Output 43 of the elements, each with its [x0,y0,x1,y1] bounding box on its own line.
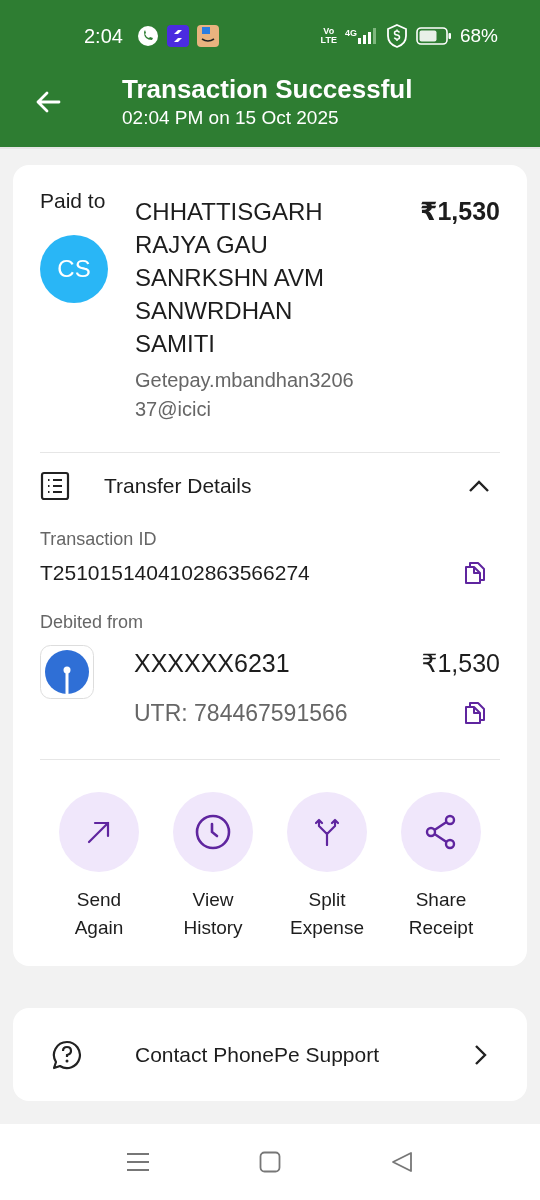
menu-icon [127,1152,149,1172]
action-label: Share Receipt [408,888,474,940]
status-time: 2:04 [84,24,123,48]
triangle-back-icon [391,1151,413,1173]
transfer-details-header[interactable]: Transfer Details [40,471,500,501]
square-icon [259,1151,281,1173]
volte-indicator: Vo LTE [320,27,337,45]
amount: ₹1,530 [420,197,500,226]
shopping-icon [196,25,219,47]
app-icon [166,25,189,47]
help-chat-icon [51,1039,83,1070]
arrow-up-right-icon [86,819,112,845]
network-type: 4G [344,28,357,38]
transaction-datetime: 02:04 PM on 15 Oct 2025 [122,107,340,129]
action-label: View History [183,888,243,940]
payee-avatar: CS [40,235,108,303]
signal-icon [357,28,378,44]
split-arrows-icon [315,818,339,846]
paid-to-label: Paid to [40,189,106,213]
transaction-id-label: Transaction ID [40,529,158,550]
action-label: Send Again [74,888,124,940]
payee-upi-id: Getepay.mbandhan320637@icici [135,368,355,422]
payee-name: CHHATTISGARH RAJYA GAU SANRKSHN AVM SANWRDHAN SAMITI [135,197,325,359]
utr-number: UTR: 784467591566 [134,699,348,727]
clock-icon [195,814,231,850]
phone-icon [136,25,159,47]
shield-icon [385,24,408,48]
chevron-right-icon [473,1043,487,1066]
battery-icon [415,26,452,46]
transaction-id: T2510151404102863566274 [40,561,310,585]
battery-percent: 68% [459,25,498,47]
bank-logo [40,645,94,699]
account-number: XXXXXX6231 [134,648,290,678]
action-label: Split Expense [290,888,364,940]
list-icon [40,471,70,501]
chevron-icon [468,479,490,493]
screen-title: Transaction Successful [122,74,413,105]
share-icon [425,814,457,850]
copy-icon [464,701,486,725]
support-button[interactable]: Contact PhonePe Support [13,1008,527,1101]
copy-icon [464,561,486,585]
debited-from-label: Debited from [40,612,145,633]
debited-amount: ₹1,530 [421,648,500,678]
